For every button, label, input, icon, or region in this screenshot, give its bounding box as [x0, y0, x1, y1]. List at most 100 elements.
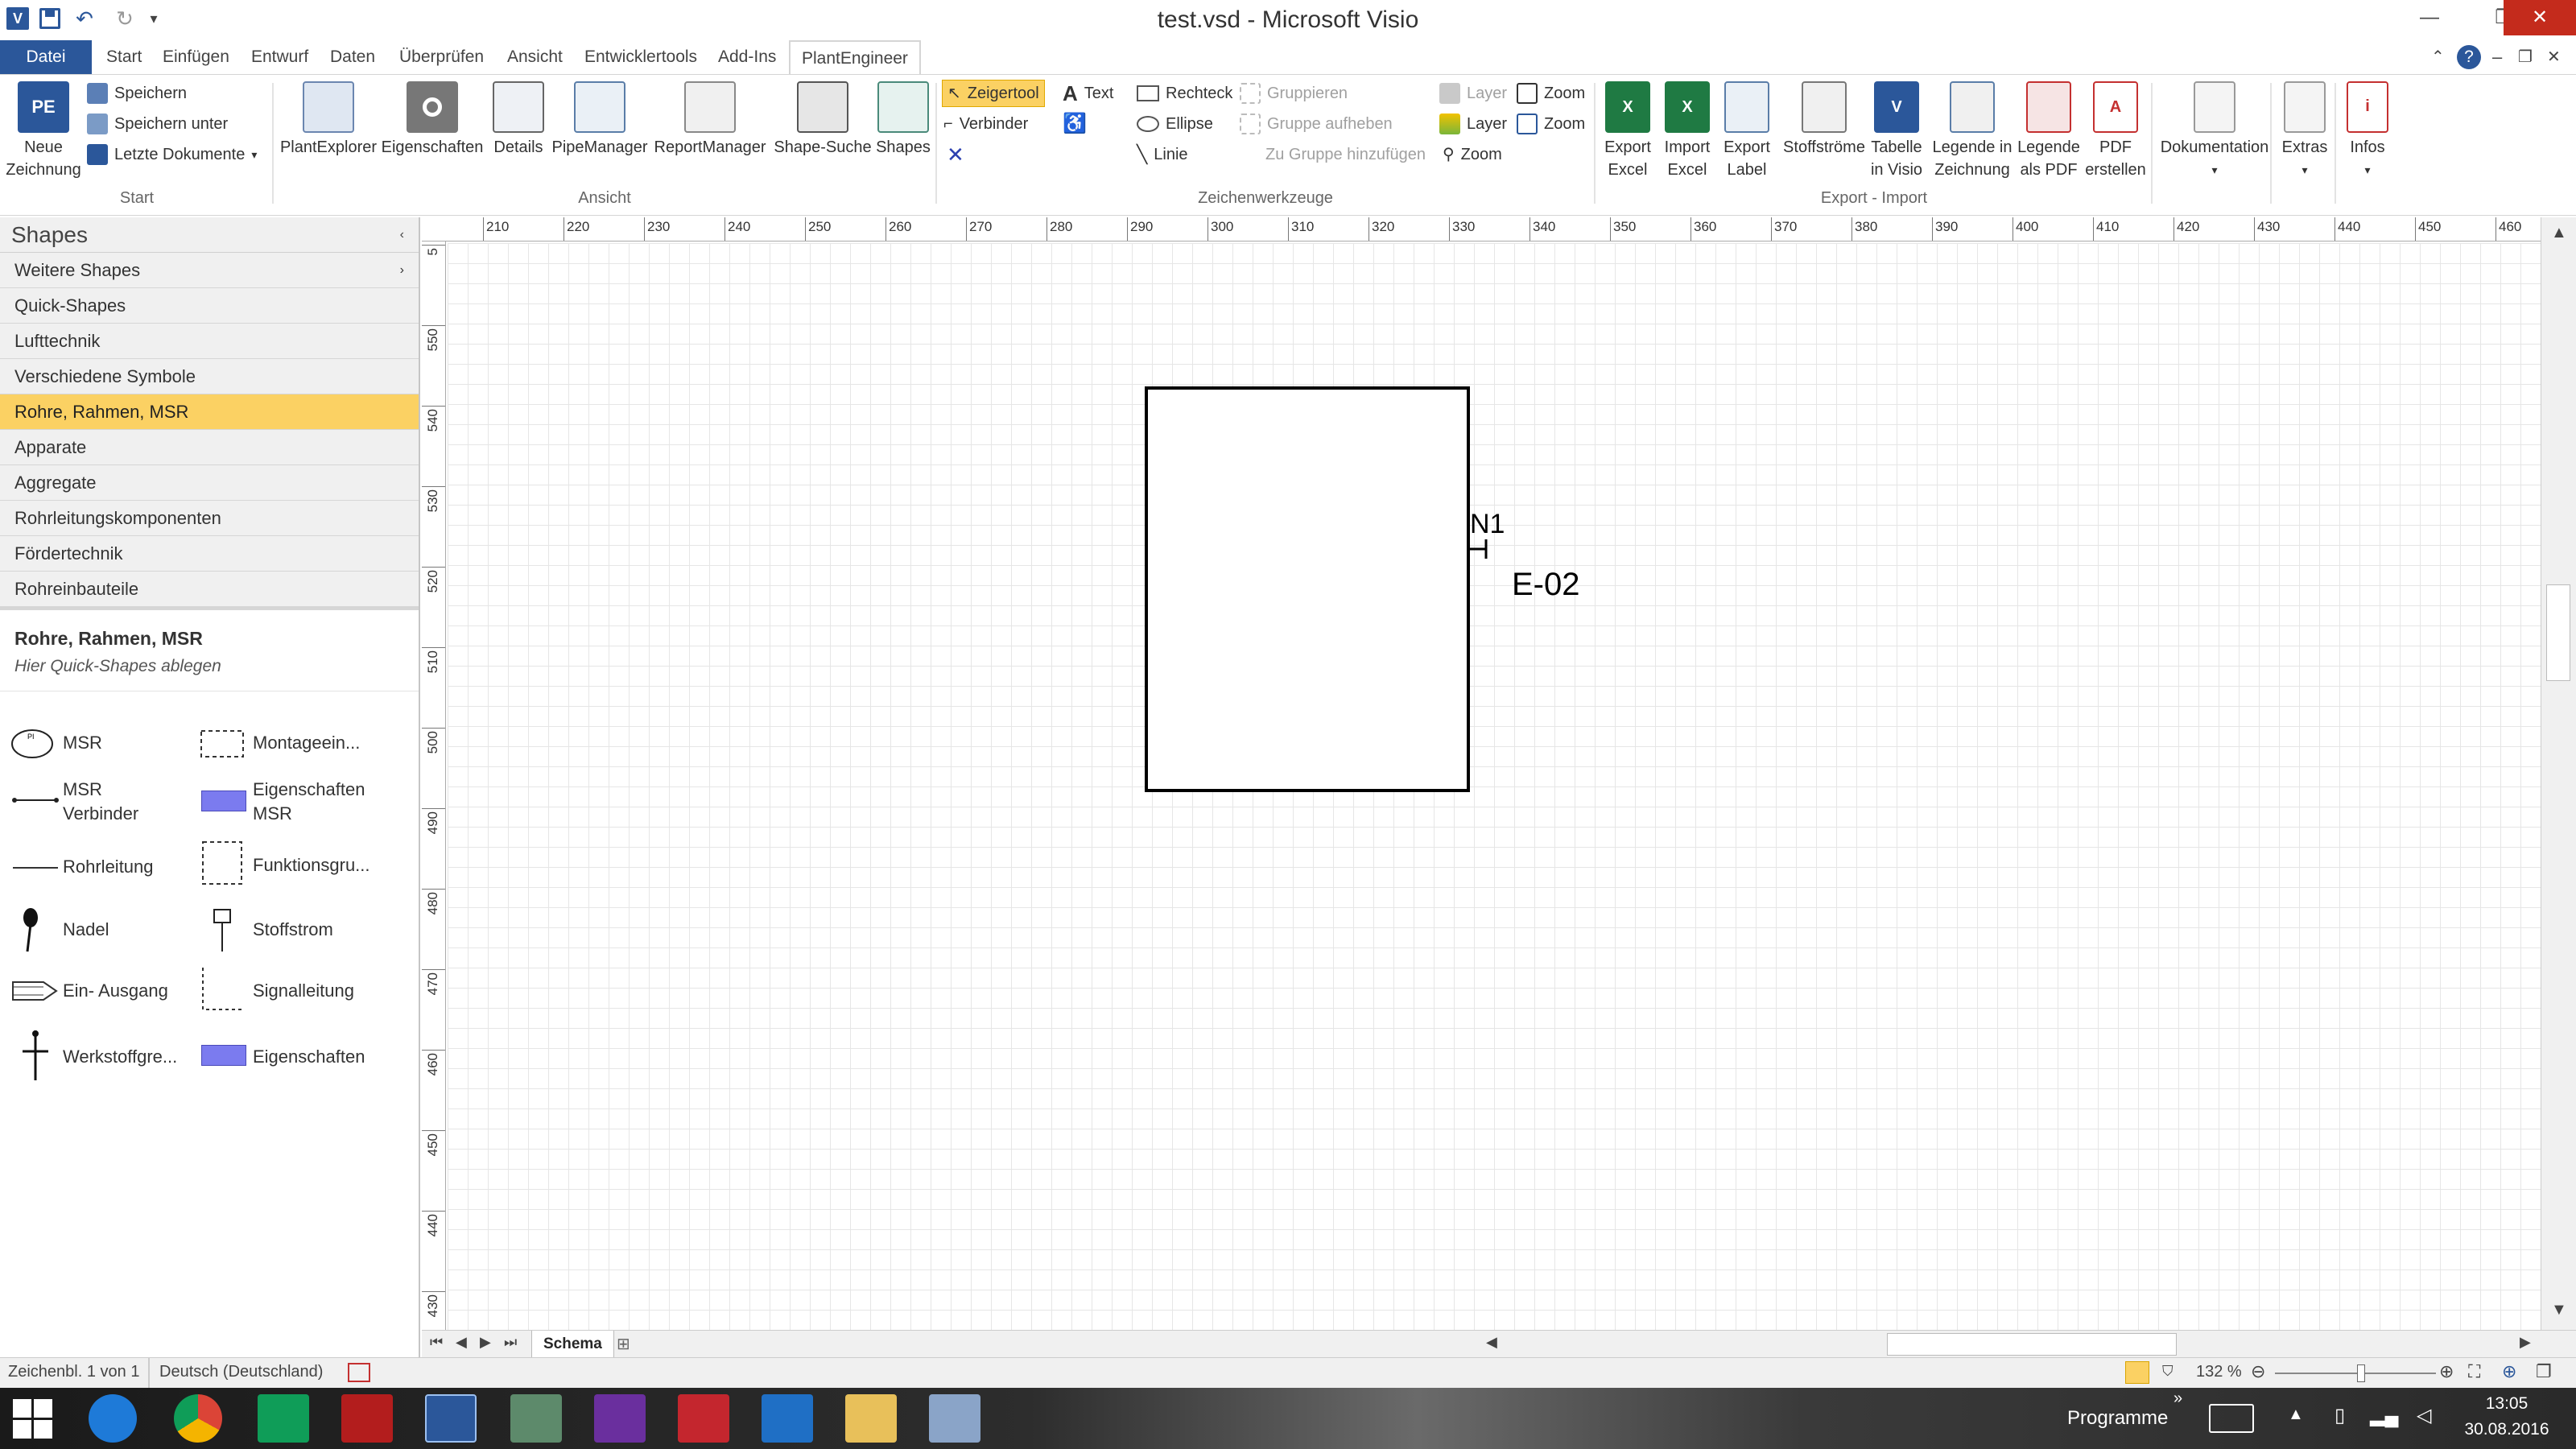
pane-splitter[interactable] — [0, 607, 419, 610]
doc-minimize-icon[interactable]: – — [2492, 40, 2502, 74]
toolbar-expand-icon[interactable]: » — [2174, 1389, 2182, 1408]
visio-taskbar-icon[interactable] — [425, 1394, 477, 1443]
layer-button-1[interactable]: Layer — [1439, 80, 1507, 107]
programme-toolbar-label[interactable]: Programme — [2067, 1407, 2168, 1430]
tab-ueberpruefen[interactable]: Überprüfen — [399, 40, 484, 74]
master-nadel[interactable]: Nadel — [11, 903, 188, 955]
keyboard-icon[interactable] — [2209, 1404, 2254, 1433]
insert-page-icon[interactable]: ⊞ — [617, 1334, 630, 1354]
infos-button[interactable]: i Infos ▾ — [2339, 81, 2396, 181]
nozzle-label[interactable]: N1 — [1470, 509, 1505, 540]
tab-plantengineer[interactable]: PlantEngineer — [789, 40, 921, 74]
zoom-button-1[interactable]: Zoom — [1517, 80, 1585, 107]
file-explorer-icon[interactable] — [845, 1394, 897, 1443]
vertical-scrollbar[interactable]: ▲ ▼ — [2541, 217, 2576, 1330]
drawing-canvas[interactable]: N1 E-02 — [448, 243, 2541, 1330]
windows-start-icon[interactable] — [13, 1399, 53, 1439]
last-page-icon[interactable]: ⏭ — [504, 1334, 517, 1351]
verbinder-button[interactable]: ⌐ Verbinder — [943, 110, 1028, 138]
gruppe-aufheben-button[interactable]: Gruppe aufheben — [1240, 110, 1393, 138]
macro-record-icon[interactable] — [348, 1363, 370, 1382]
speichern-unter-button[interactable]: Speichern unter — [87, 110, 228, 138]
tab-einfuegen[interactable]: Einfügen — [163, 40, 229, 74]
tab-entwurf[interactable]: Entwurf — [251, 40, 308, 74]
doc-restore-icon[interactable]: ❐ — [2518, 40, 2533, 74]
page-tab-schema[interactable]: Schema — [531, 1331, 614, 1358]
extras-button[interactable]: Extras ▾ — [2275, 81, 2334, 181]
master-eigenschaften-msr[interactable]: Eigenschaften MSR — [200, 776, 409, 832]
fit-page-icon[interactable]: ⛶ — [2468, 1361, 2480, 1382]
battery-icon[interactable]: ▯ — [2334, 1404, 2345, 1427]
normal-view-icon[interactable] — [2125, 1361, 2149, 1384]
tab-entwicklertools[interactable]: Entwicklertools — [584, 40, 697, 74]
master-eigenschaften[interactable]: Eigenschaften — [200, 1027, 409, 1084]
volume-icon[interactable]: ◁ — [2417, 1404, 2431, 1427]
stoffstroeme-button[interactable]: Stoffströme — [1776, 81, 1872, 159]
stencil-weitere-shapes[interactable]: Weitere Shapes › — [0, 253, 419, 288]
stencil-rohre-rahmen-msr[interactable]: Rohre, Rahmen, MSR — [0, 394, 419, 430]
paint-icon[interactable] — [929, 1394, 980, 1443]
legende-als-pdf-button[interactable]: Legende als PDF — [2014, 81, 2083, 181]
visual-studio-icon[interactable] — [594, 1394, 646, 1443]
network-icon[interactable]: ▂▄ — [2370, 1404, 2398, 1427]
speichern-button[interactable]: Speichern — [87, 80, 187, 107]
tab-ansicht[interactable]: Ansicht — [507, 40, 563, 74]
rechteck-button[interactable]: Rechteck — [1137, 80, 1232, 107]
stencil-rohrleitungskomponenten[interactable]: Rohrleitungskomponenten — [0, 501, 419, 536]
help-icon[interactable]: ? — [2457, 45, 2481, 69]
store-icon[interactable] — [258, 1394, 309, 1443]
ellipse-button[interactable]: Ellipse — [1137, 110, 1213, 138]
zeigertool-button[interactable]: ↖ Zeigertool — [942, 80, 1045, 107]
collapse-left-icon[interactable]: ‹ — [400, 217, 404, 253]
tray-expand-icon[interactable]: ▲ — [2288, 1406, 2304, 1424]
equipment-label[interactable]: E-02 — [1512, 567, 1580, 603]
chrome-icon[interactable] — [174, 1394, 222, 1443]
import-excel-button[interactable]: X Import Excel — [1658, 81, 1716, 181]
scroll-left-icon[interactable]: ◀ — [1486, 1334, 1497, 1351]
next-page-icon[interactable]: ▶ — [480, 1334, 491, 1351]
internet-explorer-icon[interactable] — [89, 1394, 137, 1443]
shape-suche-button[interactable]: Shape-Suche — [771, 81, 874, 159]
shapes-button[interactable]: Shapes — [874, 81, 932, 159]
clock-date[interactable]: 30.08.2016 — [2463, 1420, 2550, 1439]
tab-daten[interactable]: Daten — [330, 40, 375, 74]
master-stoffstrom[interactable]: Stoffstrom — [200, 903, 409, 955]
status-page[interactable]: Zeichenbl. 1 von 1 — [8, 1363, 139, 1381]
gruppieren-button[interactable]: Gruppieren — [1240, 80, 1348, 107]
pipemanager-button[interactable]: PipeManager — [551, 81, 649, 159]
zoom-slider-thumb[interactable] — [2357, 1364, 2365, 1382]
ribbon-collapse-icon[interactable]: ⌃ — [2431, 40, 2445, 74]
stencil-apparate[interactable]: Apparate — [0, 430, 419, 465]
stencil-rohreinbauteile[interactable]: Rohreinbauteile — [0, 572, 419, 607]
stencil-verschiedene-symbole[interactable]: Verschiedene Symbole — [0, 359, 419, 394]
horizontal-scroll-thumb[interactable] — [1887, 1333, 2177, 1356]
delete-x-icon[interactable]: ✕ — [947, 141, 964, 168]
tab-datei[interactable]: Datei — [0, 40, 92, 74]
outlook-icon[interactable] — [762, 1394, 813, 1443]
dokumentation-button[interactable]: Dokumentation ▾ — [2154, 81, 2275, 181]
export-label-button[interactable]: Export Label — [1718, 81, 1776, 181]
clock-time[interactable]: 13:05 — [2467, 1394, 2547, 1414]
stencil-aggregate[interactable]: Aggregate — [0, 465, 419, 501]
reportmanager-button[interactable]: ReportManager — [650, 81, 770, 159]
eigenschaften-button[interactable]: Eigenschaften — [380, 81, 485, 159]
stencil-lufttechnik[interactable]: Lufttechnik — [0, 324, 419, 359]
acrobat-reader-icon[interactable] — [678, 1394, 729, 1443]
acrobat-icon[interactable] — [341, 1394, 393, 1443]
app-taskbar-icon[interactable] — [510, 1394, 562, 1443]
doc-close-icon[interactable]: ✕ — [2547, 40, 2561, 74]
master-werkstoffgrenze[interactable]: Werkstoffgre... — [11, 1027, 188, 1084]
zoom-out-icon[interactable]: ⊖ — [2251, 1361, 2265, 1382]
first-page-icon[interactable]: ⏮ — [430, 1334, 443, 1351]
zoom-button-2[interactable]: Zoom — [1517, 110, 1585, 138]
text-button[interactable]: A Text — [1063, 80, 1113, 107]
master-msr[interactable]: PI MSR — [11, 724, 188, 765]
pdf-erstellen-button[interactable]: A PDF erstellen — [2082, 81, 2149, 181]
close-button[interactable]: ✕ — [2504, 0, 2576, 35]
master-signalleitung[interactable]: Signalleitung — [200, 961, 409, 1018]
master-montageeinheit[interactable]: Montageein... — [200, 724, 409, 765]
zoom-slider-track[interactable] — [2275, 1373, 2436, 1374]
tab-start[interactable]: Start — [106, 40, 142, 74]
zoom-in-icon[interactable]: ⊕ — [2439, 1361, 2454, 1382]
letzte-dokumente-button[interactable]: Letzte Dokumente ▾ — [87, 141, 257, 168]
